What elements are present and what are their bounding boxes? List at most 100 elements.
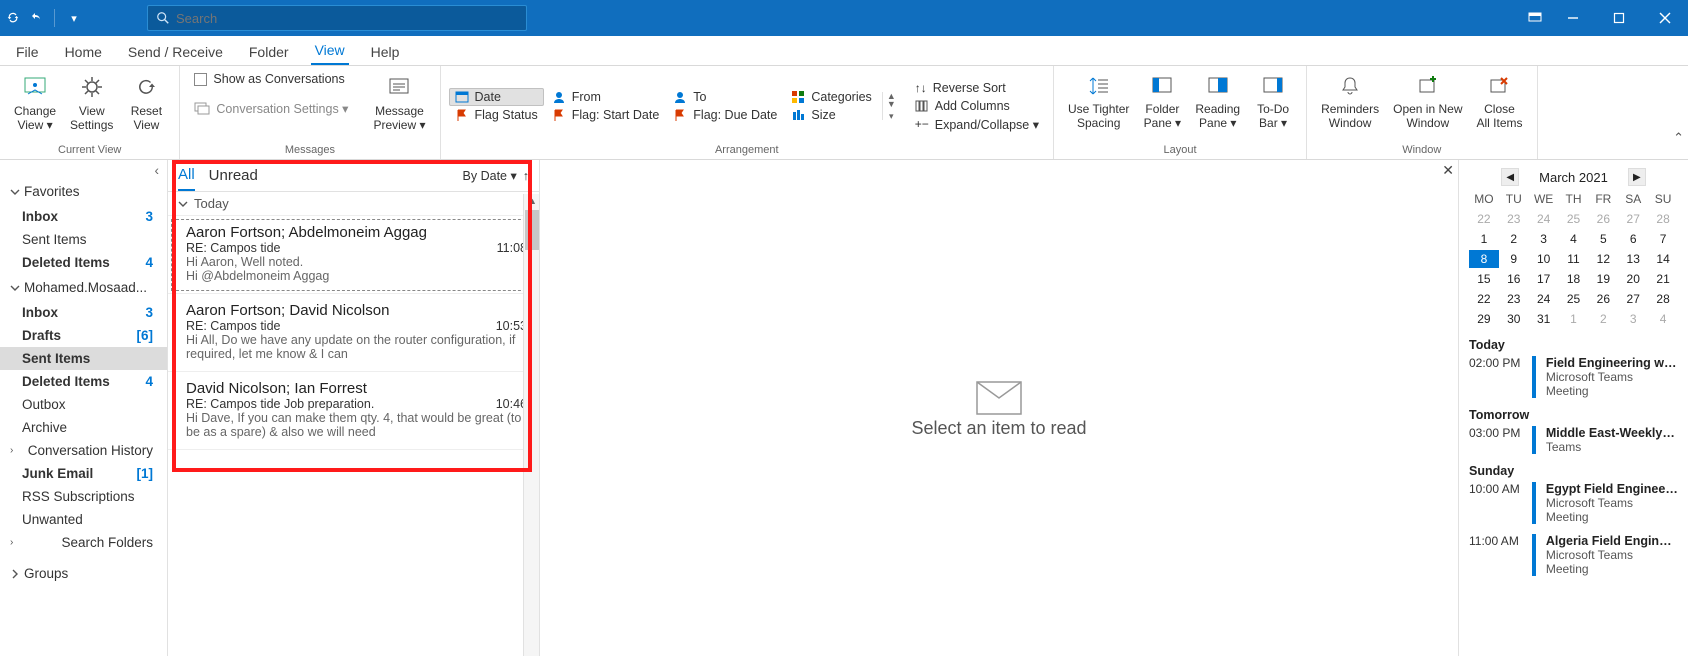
calendar-day[interactable]: 11 <box>1559 250 1589 268</box>
tab-view[interactable]: View <box>311 36 349 65</box>
calendar-day[interactable]: 2 <box>1499 230 1529 248</box>
calendar-day[interactable]: 27 <box>1618 210 1648 228</box>
calendar-day[interactable]: 5 <box>1588 230 1618 248</box>
calendar-day[interactable]: 31 <box>1529 310 1559 328</box>
todo-bar-button[interactable]: To-Do Bar ▾ <box>1248 70 1298 134</box>
calendar-day[interactable]: 25 <box>1559 290 1589 308</box>
calendar-day[interactable]: 4 <box>1559 230 1589 248</box>
calendar-day[interactable]: 3 <box>1529 230 1559 248</box>
folder-search-folders[interactable]: ›Search Folders <box>0 531 167 554</box>
close-todo-button[interactable]: ✕ <box>1442 162 1454 179</box>
folder-archive[interactable]: Archive <box>0 416 167 439</box>
sort-flag-status-button[interactable]: Flag Status <box>449 106 544 124</box>
ribbon-display-icon[interactable] <box>1520 0 1550 36</box>
expand-collapse-button[interactable]: +−Expand/Collapse ▾ <box>909 115 1045 134</box>
calendar-day[interactable]: 4 <box>1648 310 1678 328</box>
folder-inbox[interactable]: Inbox3 <box>0 205 167 228</box>
calendar-day[interactable]: 15 <box>1469 270 1499 288</box>
folder-conversation-history[interactable]: ›Conversation History <box>0 439 167 462</box>
sort-categories-button[interactable]: Categories <box>785 88 877 106</box>
folder-inbox[interactable]: Inbox3 <box>0 301 167 324</box>
folder-rss-subscriptions[interactable]: RSS Subscriptions <box>0 485 167 508</box>
tab-file[interactable]: File <box>12 38 43 65</box>
calendar-day[interactable]: 16 <box>1499 270 1529 288</box>
search-input[interactable] <box>176 11 518 26</box>
folder-deleted-items[interactable]: Deleted Items4 <box>0 370 167 393</box>
folder-pane-button[interactable]: Folder Pane ▾ <box>1137 70 1187 134</box>
tab-home[interactable]: Home <box>61 38 106 65</box>
calendar-day[interactable]: 22 <box>1469 290 1499 308</box>
show-as-conversations-checkbox[interactable]: Show as Conversations <box>188 70 354 88</box>
calendar-day[interactable]: 27 <box>1618 290 1648 308</box>
folder-junk-email[interactable]: Junk Email[1] <box>0 462 167 485</box>
change-view-button[interactable]: Change View ▾ <box>8 70 62 136</box>
message-preview-button[interactable]: Message Preview ▾ <box>367 70 431 136</box>
reminders-window-button[interactable]: Reminders Window <box>1315 70 1385 134</box>
use-tighter-spacing-button[interactable]: Use Tighter Spacing <box>1062 70 1135 134</box>
customize-quick-access-icon[interactable]: ▾ <box>67 11 81 25</box>
prev-month-button[interactable]: ◀ <box>1501 168 1519 186</box>
calendar-day[interactable]: 30 <box>1499 310 1529 328</box>
sort-from-button[interactable]: From <box>546 88 666 106</box>
calendar-day[interactable]: 29 <box>1469 310 1499 328</box>
calendar-day[interactable]: 24 <box>1529 290 1559 308</box>
calendar-day[interactable]: 9 <box>1499 250 1529 268</box>
folder-unwanted[interactable]: Unwanted <box>0 508 167 531</box>
undo-icon[interactable] <box>28 11 42 25</box>
calendar-day[interactable]: 23 <box>1499 290 1529 308</box>
maximize-button[interactable] <box>1596 0 1642 36</box>
calendar-day[interactable]: 19 <box>1588 270 1618 288</box>
calendar-day[interactable]: 7 <box>1648 230 1678 248</box>
calendar-day[interactable]: 6 <box>1618 230 1648 248</box>
calendar-day[interactable]: 12 <box>1588 250 1618 268</box>
tab-folder[interactable]: Folder <box>245 38 293 65</box>
calendar-day[interactable]: 25 <box>1559 210 1589 228</box>
calendar-day[interactable]: 24 <box>1529 210 1559 228</box>
calendar-grid[interactable]: MOTUWETHFRSASU22232425262728123456789101… <box>1469 190 1678 328</box>
calendar-day[interactable]: 1 <box>1559 310 1589 328</box>
folder-drafts[interactable]: Drafts[6] <box>0 324 167 347</box>
folder-sent-items[interactable]: Sent Items <box>0 347 167 370</box>
calendar-day[interactable]: 21 <box>1648 270 1678 288</box>
sort-size-button[interactable]: Size <box>785 106 877 124</box>
calendar-day[interactable]: 22 <box>1469 210 1499 228</box>
close-button[interactable] <box>1642 0 1688 36</box>
folder-sent-items[interactable]: Sent Items <box>0 228 167 251</box>
agenda-event[interactable]: 02:00 PMField Engineering weekly-...Micr… <box>1469 356 1678 398</box>
reset-view-button[interactable]: Reset View <box>121 70 171 136</box>
search-box[interactable] <box>147 5 527 31</box>
sort-flag-start-button[interactable]: Flag: Start Date <box>546 106 666 124</box>
folder-outbox[interactable]: Outbox <box>0 393 167 416</box>
reverse-sort-button[interactable]: ↑↓Reverse Sort <box>909 79 1045 97</box>
calendar-day[interactable]: 8 <box>1469 250 1499 268</box>
collapse-ribbon-button[interactable]: ⌃ <box>1673 130 1684 146</box>
folder-deleted-items[interactable]: Deleted Items4 <box>0 251 167 274</box>
calendar-day[interactable]: 1 <box>1469 230 1499 248</box>
minimize-button[interactable] <box>1550 0 1596 36</box>
reading-pane-button[interactable]: Reading Pane ▾ <box>1189 70 1246 134</box>
tab-send-receive[interactable]: Send / Receive <box>124 38 227 65</box>
calendar-day[interactable]: 13 <box>1618 250 1648 268</box>
groups-header[interactable]: Groups <box>0 560 167 587</box>
agenda-event[interactable]: 10:00 AMEgypt Field Engineering -...Micr… <box>1469 482 1678 524</box>
close-all-items-button[interactable]: Close All Items <box>1470 70 1528 134</box>
calendar-day[interactable]: 26 <box>1588 290 1618 308</box>
calendar-day[interactable]: 3 <box>1618 310 1648 328</box>
sort-flag-due-button[interactable]: Flag: Due Date <box>667 106 783 124</box>
view-settings-button[interactable]: View Settings <box>64 70 119 136</box>
favorites-header[interactable]: Favorites <box>0 178 167 205</box>
collapse-folder-pane-button[interactable]: ‹ <box>0 160 167 178</box>
account-header[interactable]: Mohamed.Mosaad... <box>0 274 167 301</box>
agenda-event[interactable]: 03:00 PMMiddle East-Weekly Servi...Teams <box>1469 426 1678 454</box>
next-month-button[interactable]: ▶ <box>1628 168 1646 186</box>
calendar-day[interactable]: 10 <box>1529 250 1559 268</box>
open-new-window-button[interactable]: Open in New Window <box>1387 70 1468 134</box>
add-columns-button[interactable]: Add Columns <box>909 97 1045 115</box>
calendar-day[interactable]: 17 <box>1529 270 1559 288</box>
conversation-settings-button[interactable]: Conversation Settings ▾ <box>188 98 354 118</box>
calendar-day[interactable]: 14 <box>1648 250 1678 268</box>
sort-to-button[interactable]: To <box>667 88 783 106</box>
calendar-day[interactable]: 28 <box>1648 290 1678 308</box>
calendar-day[interactable]: 2 <box>1588 310 1618 328</box>
calendar-day[interactable]: 23 <box>1499 210 1529 228</box>
